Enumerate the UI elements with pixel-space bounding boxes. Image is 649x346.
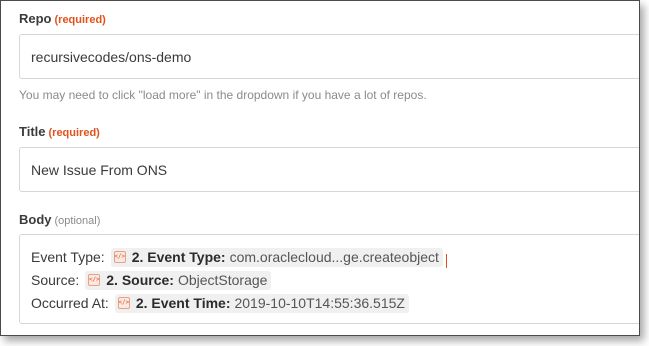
repo-required-tag: (required) [54,14,106,26]
repo-help-text: You may need to click "load more" in the… [19,88,427,102]
body-label-text: Body [19,212,52,227]
repo-label: Repo (required) [19,11,106,26]
body-line-prefix: Event Type: [31,249,105,265]
body-optional-tag: (optional) [54,215,101,227]
field-mapping-pill[interactable]: </> 2. Source: ObjectStorage [85,270,272,290]
body-line-event-type: Event Type: </> 2. Event Type: com.oracl… [31,247,447,268]
code-tag-icon: </> [88,274,101,286]
title-value: New Issue From ONS [31,161,168,178]
code-tag-icon: </> [117,297,130,309]
pill-field-name: 2. Event Time: [135,295,231,311]
body-line-prefix: Occurred At: [31,295,109,311]
body-textarea[interactable]: Event Type: </> 2. Event Type: com.oracl… [19,234,639,324]
pill-field-name: 2. Source: [106,272,174,288]
pill-field-value: ObjectStorage [177,272,268,288]
field-mapping-pill[interactable]: </> 2. Event Type: com.oraclecloud...ge.… [110,247,443,267]
body-line-occurred-at: Occurred At: </> 2. Event Time: 2019-10-… [31,293,409,313]
body-line-source: Source: </> 2. Source: ObjectStorage [31,270,272,290]
field-mapping-pill[interactable]: </> 2. Event Time: 2019-10-10T14:55:36.5… [114,293,409,313]
body-line-prefix: Source: [31,272,80,288]
pill-field-value: com.oraclecloud...ge.createobject [229,249,439,265]
pill-field-name: 2. Event Type: [131,249,226,265]
body-label: Body (optional) [19,212,100,227]
repo-select[interactable]: recursivecodes/ons-demo [19,34,639,79]
title-label: Title (required) [19,124,100,139]
title-input[interactable]: New Issue From ONS [19,147,639,192]
pill-field-value: 2019-10-10T14:55:36.515Z [234,295,405,311]
repo-value: recursivecodes/ons-demo [31,48,192,65]
code-tag-icon: </> [113,251,126,263]
repo-label-text: Repo [19,11,52,26]
form-panel: Repo (required) recursivecodes/ons-demo Y… [0,0,640,336]
text-cursor [445,254,447,268]
title-label-text: Title [19,124,46,139]
title-required-tag: (required) [48,127,100,139]
